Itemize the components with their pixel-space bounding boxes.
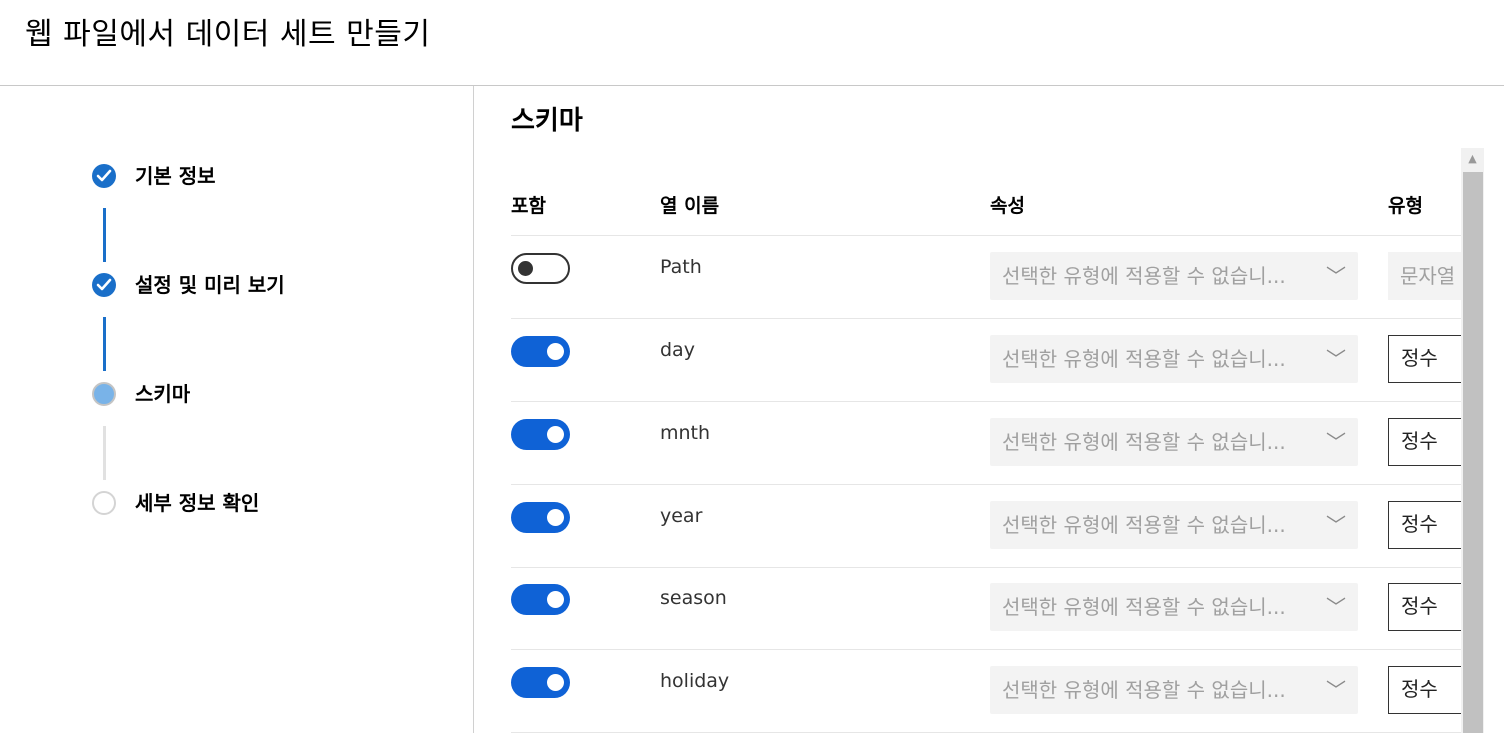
include-toggle[interactable] [511, 419, 570, 450]
column-header-include: 포함 [511, 195, 546, 217]
include-toggle[interactable] [511, 253, 570, 284]
step-label: 세부 정보 확인 [135, 491, 260, 515]
property-value: 선택한 유형에 적용할 수 없습니... [1002, 513, 1286, 537]
property-dropdown[interactable]: 선택한 유형에 적용할 수 없습니... ﹀ [990, 501, 1358, 549]
include-toggle[interactable] [511, 667, 570, 698]
include-toggle[interactable] [511, 584, 570, 615]
table-row: holiday 선택한 유형에 적용할 수 없습니... ﹀ 정수 [474, 650, 1461, 733]
property-value: 선택한 유형에 적용할 수 없습니... [1002, 678, 1286, 702]
column-header-type: 유형 [1388, 195, 1423, 217]
type-value: 문자열 [1400, 264, 1456, 288]
type-value: 정수 [1401, 594, 1438, 618]
include-toggle[interactable] [511, 336, 570, 367]
current-step-icon [92, 382, 116, 406]
type-value: 정수 [1401, 429, 1438, 453]
column-name: year [660, 505, 703, 527]
step-connector [103, 317, 106, 371]
column-header-property: 속성 [990, 195, 1025, 217]
schema-table: Path 선택한 유형에 적용할 수 없습니... ﹀ 문자열 day 선택한 유… [474, 236, 1461, 733]
step-label: 설정 및 미리 보기 [135, 273, 285, 297]
column-name: mnth [660, 422, 711, 444]
type-dropdown[interactable]: 정수 [1388, 335, 1461, 383]
property-dropdown[interactable]: 선택한 유형에 적용할 수 없습니... ﹀ [990, 335, 1358, 383]
type-dropdown[interactable]: 정수 [1388, 583, 1461, 631]
table-row: Path 선택한 유형에 적용할 수 없습니... ﹀ 문자열 [474, 236, 1461, 319]
checkmark-icon [92, 164, 116, 188]
table-row: season 선택한 유형에 적용할 수 없습니... ﹀ 정수 [474, 567, 1461, 650]
step-label: 스키마 [135, 382, 191, 406]
column-name: season [660, 587, 727, 609]
toggle-knob [518, 261, 533, 276]
table-row: day 선택한 유형에 적용할 수 없습니... ﹀ 정수 [474, 319, 1461, 402]
toggle-knob [547, 426, 564, 443]
type-value: 정수 [1401, 512, 1438, 536]
type-dropdown[interactable]: 문자열 [1388, 252, 1461, 300]
property-value: 선택한 유형에 적용할 수 없습니... [1002, 264, 1286, 288]
scrollbar-thumb[interactable] [1463, 172, 1483, 733]
column-header-name: 열 이름 [660, 195, 720, 217]
type-dropdown[interactable]: 정수 [1388, 418, 1461, 466]
checkmark-icon [92, 273, 116, 297]
step-connector [103, 426, 106, 480]
page-title: 웹 파일에서 데이터 세트 만들기 [25, 17, 431, 52]
column-name: Path [660, 256, 702, 278]
table-row: year 선택한 유형에 적용할 수 없습니... ﹀ 정수 [474, 485, 1461, 568]
chevron-down-icon: ﹀ [1326, 678, 1346, 702]
property-value: 선택한 유형에 적용할 수 없습니... [1002, 347, 1286, 371]
chevron-down-icon: ﹀ [1326, 347, 1346, 371]
property-value: 선택한 유형에 적용할 수 없습니... [1002, 595, 1286, 619]
property-dropdown[interactable]: 선택한 유형에 적용할 수 없습니... ﹀ [990, 666, 1358, 714]
include-toggle[interactable] [511, 502, 570, 533]
chevron-down-icon: ﹀ [1326, 595, 1346, 619]
pending-step-icon [92, 491, 116, 515]
property-dropdown[interactable]: 선택한 유형에 적용할 수 없습니... ﹀ [990, 252, 1358, 300]
toggle-knob [547, 343, 564, 360]
table-row: mnth 선택한 유형에 적용할 수 없습니... ﹀ 정수 [474, 402, 1461, 485]
step-label: 기본 정보 [135, 164, 216, 188]
chevron-down-icon: ﹀ [1326, 264, 1346, 288]
arrow-up-icon[interactable]: ▲ [1461, 148, 1484, 170]
section-title: 스키마 [511, 106, 583, 136]
chevron-down-icon: ﹀ [1326, 513, 1346, 537]
step-connector [103, 208, 106, 262]
toggle-knob [547, 509, 564, 526]
type-dropdown[interactable]: 정수 [1388, 501, 1461, 549]
header-divider [0, 85, 1504, 86]
property-dropdown[interactable]: 선택한 유형에 적용할 수 없습니... ﹀ [990, 583, 1358, 631]
property-dropdown[interactable]: 선택한 유형에 적용할 수 없습니... ﹀ [990, 418, 1358, 466]
property-value: 선택한 유형에 적용할 수 없습니... [1002, 430, 1286, 454]
type-dropdown[interactable]: 정수 [1388, 666, 1461, 714]
type-value: 정수 [1401, 677, 1438, 701]
toggle-knob [547, 674, 564, 691]
chevron-down-icon: ﹀ [1326, 430, 1346, 454]
column-name: day [660, 339, 695, 361]
column-name: holiday [660, 670, 730, 692]
type-value: 정수 [1401, 346, 1438, 370]
toggle-knob [547, 591, 564, 608]
